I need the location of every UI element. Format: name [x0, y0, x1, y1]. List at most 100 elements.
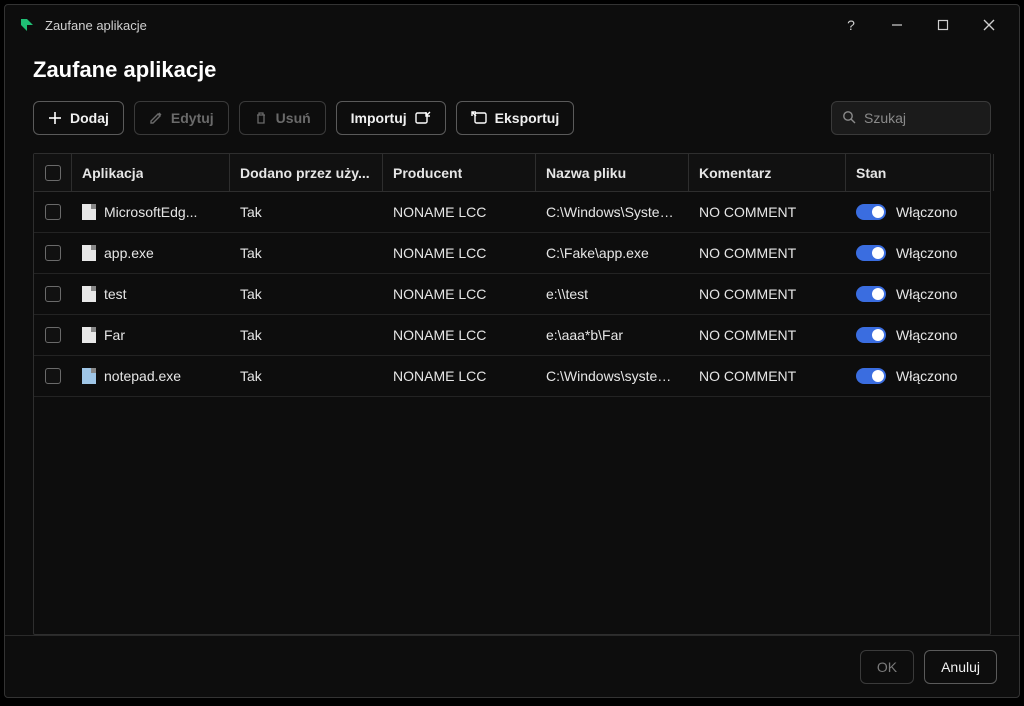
cell-file: C:\Windows\System... — [536, 192, 689, 232]
minimize-button[interactable] — [875, 9, 919, 41]
cell-app: Far — [72, 315, 230, 355]
table-row[interactable]: MicrosoftEdg...TakNONAME LCCC:\Windows\S… — [34, 192, 990, 233]
state-toggle[interactable] — [856, 204, 886, 220]
cell-added: Tak — [230, 192, 383, 232]
state-toggle[interactable] — [856, 245, 886, 261]
cell-app: notepad.exe — [72, 356, 230, 396]
cell-comment: NO COMMENT — [689, 356, 846, 396]
edit-button-label: Edytuj — [171, 110, 214, 126]
page-title: Zaufane aplikacje — [33, 57, 991, 83]
cell-file: e:\\test — [536, 274, 689, 314]
import-button-label: Importuj — [351, 110, 407, 126]
cell-file: C:\Windows\system... — [536, 356, 689, 396]
close-button[interactable] — [967, 9, 1011, 41]
row-checkbox-cell[interactable] — [34, 233, 72, 273]
app-name: notepad.exe — [104, 368, 181, 384]
cell-comment: NO COMMENT — [689, 233, 846, 273]
minimize-icon — [891, 19, 903, 31]
state-label: Włączono — [896, 286, 957, 302]
table-row[interactable]: app.exe TakNONAME LCCC:\Fake\app.exeNO CO… — [34, 233, 990, 274]
app-table: Aplikacja Dodano przez uży... Producent … — [33, 153, 991, 635]
cell-app: MicrosoftEdg... — [72, 192, 230, 232]
add-button-label: Dodaj — [70, 110, 109, 126]
state-label: Włączono — [896, 204, 957, 220]
help-button[interactable]: ? — [829, 9, 873, 41]
checkbox-icon — [45, 204, 61, 220]
delete-button-label: Usuń — [276, 110, 311, 126]
table-header: Aplikacja Dodano przez uży... Producent … — [34, 154, 990, 192]
row-checkbox-cell[interactable] — [34, 315, 72, 355]
ok-button-label: OK — [877, 659, 897, 675]
table-row[interactable]: Far TakNONAME LCCe:\aaa*b\FarNO COMMENT Wł… — [34, 315, 990, 356]
cell-app: app.exe — [72, 233, 230, 273]
checkbox-icon — [45, 245, 61, 261]
cell-vendor: NONAME LCC — [383, 315, 536, 355]
export-button[interactable]: Eksportuj — [456, 101, 575, 135]
header-vendor[interactable]: Producent — [383, 154, 536, 191]
app-logo-icon — [19, 17, 35, 33]
header-app[interactable]: Aplikacja — [72, 154, 230, 191]
help-icon: ? — [847, 17, 855, 33]
cell-state: Włączono — [846, 356, 990, 396]
maximize-button[interactable] — [921, 9, 965, 41]
row-checkbox-cell[interactable] — [34, 356, 72, 396]
cell-vendor: NONAME LCC — [383, 192, 536, 232]
pencil-icon — [149, 111, 163, 125]
row-checkbox-cell[interactable] — [34, 192, 72, 232]
cell-app: test — [72, 274, 230, 314]
import-button[interactable]: Importuj — [336, 101, 446, 135]
dialog-window: Zaufane aplikacje ? Zaufane aplikacje — [4, 4, 1020, 698]
header-file[interactable]: Nazwa pliku — [536, 154, 689, 191]
cell-added: Tak — [230, 233, 383, 273]
cancel-button-label: Anuluj — [941, 659, 980, 675]
delete-button[interactable]: Usuń — [239, 101, 326, 135]
cell-added: Tak — [230, 356, 383, 396]
file-icon — [82, 327, 96, 343]
add-button[interactable]: Dodaj — [33, 101, 124, 135]
state-label: Włączono — [896, 245, 957, 261]
plus-icon — [48, 111, 62, 125]
file-icon — [82, 245, 96, 261]
state-toggle[interactable] — [856, 327, 886, 343]
cell-file: e:\aaa*b\Far — [536, 315, 689, 355]
cancel-button[interactable]: Anuluj — [924, 650, 997, 684]
cell-added: Tak — [230, 315, 383, 355]
search-icon — [842, 110, 856, 127]
search-input[interactable] — [864, 110, 1024, 126]
cell-file: C:\Fake\app.exe — [536, 233, 689, 273]
cell-comment: NO COMMENT — [689, 192, 846, 232]
close-icon — [983, 19, 995, 31]
header-added[interactable]: Dodano przez uży... — [230, 154, 383, 191]
header-state[interactable]: Stan — [846, 154, 994, 191]
cell-vendor: NONAME LCC — [383, 274, 536, 314]
cell-added: Tak — [230, 274, 383, 314]
header-comment[interactable]: Komentarz — [689, 154, 846, 191]
table-body: MicrosoftEdg...TakNONAME LCCC:\Windows\S… — [34, 192, 990, 634]
ok-button[interactable]: OK — [860, 650, 914, 684]
app-name: app.exe — [104, 245, 154, 261]
checkbox-icon — [45, 165, 61, 181]
titlebar-controls: ? — [829, 9, 1011, 41]
cell-state: Włączono — [846, 315, 990, 355]
state-toggle[interactable] — [856, 286, 886, 302]
state-label: Włączono — [896, 327, 957, 343]
app-name: Far — [104, 327, 125, 343]
cell-state: Włączono — [846, 274, 990, 314]
cell-state: Włączono — [846, 192, 990, 232]
maximize-icon — [937, 19, 949, 31]
table-row[interactable]: testTakNONAME LCCe:\\testNO COMMENT Włącz… — [34, 274, 990, 315]
cell-comment: NO COMMENT — [689, 315, 846, 355]
cell-vendor: NONAME LCC — [383, 233, 536, 273]
header-checkbox-cell[interactable] — [34, 154, 72, 191]
edit-button[interactable]: Edytuj — [134, 101, 229, 135]
import-icon — [415, 111, 431, 125]
search-box[interactable] — [831, 101, 991, 135]
toolbar: Dodaj Edytuj Usuń Importuj — [33, 101, 991, 135]
header-end — [994, 154, 1014, 191]
table-row[interactable]: notepad.exeTakNONAME LCCC:\Windows\syste… — [34, 356, 990, 397]
row-checkbox-cell[interactable] — [34, 274, 72, 314]
checkbox-icon — [45, 368, 61, 384]
dialog-footer: OK Anuluj — [5, 635, 1019, 697]
state-toggle[interactable] — [856, 368, 886, 384]
cell-comment: NO COMMENT — [689, 274, 846, 314]
